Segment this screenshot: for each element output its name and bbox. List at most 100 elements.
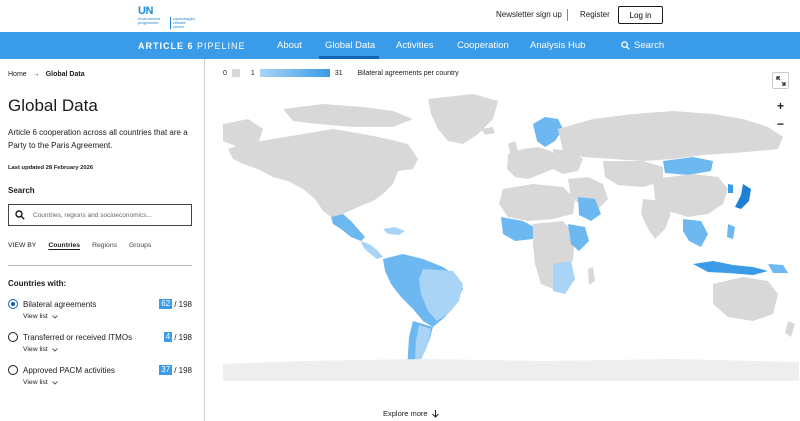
australia[interactable] (713, 277, 778, 321)
view-list-label: View list (23, 379, 48, 386)
central-america[interactable] (361, 241, 383, 259)
legend-min: 1 (250, 69, 255, 77)
count-total: / 198 (174, 365, 192, 375)
option-bilateral-agreements[interactable]: Bilateral agreements 62 / 198 View list (8, 299, 192, 327)
search-icon (621, 41, 630, 50)
view-list-label: View list (23, 346, 48, 353)
radio-pacm[interactable] (8, 365, 18, 375)
nav-search-label: Search (634, 40, 665, 51)
japan[interactable] (735, 184, 751, 209)
nav-analysis-hub[interactable]: Analysis Hub (530, 40, 585, 51)
nav-about[interactable]: About (277, 40, 302, 51)
world-map[interactable] (223, 89, 799, 381)
search-label: Search (8, 186, 35, 195)
logo-subtitle: environment programme (138, 16, 161, 25)
view-list-link[interactable]: View list (23, 379, 58, 386)
tab-groups[interactable]: Groups (129, 242, 151, 249)
expand-icon (775, 75, 786, 86)
korea[interactable] (728, 184, 733, 193)
view-by-label: VIEW BY (8, 242, 37, 249)
count-badge: 4 (163, 332, 173, 342)
antarctica[interactable] (223, 359, 799, 381)
legend-max: 31 (334, 69, 343, 77)
brand-bold: ARTICLE 6 (138, 41, 194, 51)
option-label: Bilateral agreements (23, 300, 97, 309)
newsletter-link[interactable]: Newsletter sign up (496, 10, 562, 19)
new-zealand[interactable] (785, 321, 795, 337)
option-label: Transferred or received ITMOs (23, 333, 133, 342)
main-nav: ARTICLE 6 PIPELINE About Global Data Act… (0, 32, 800, 59)
view-list-label: View list (23, 313, 48, 320)
southeast-asia[interactable] (683, 219, 708, 247)
option-count: 37 / 198 (159, 365, 192, 375)
divider (8, 265, 192, 266)
madagascar[interactable] (588, 267, 595, 285)
breadcrumb: Home → Global Data (8, 71, 85, 78)
legend-title: Bilateral agreements per country (357, 69, 459, 77)
count-total: / 198 (174, 332, 192, 342)
radio-bilateral[interactable] (8, 299, 18, 309)
explore-more-label: Explore more (383, 409, 428, 418)
arrow-down-icon (431, 409, 439, 418)
nav-activities[interactable]: Activities (396, 40, 433, 51)
mexico[interactable] (331, 214, 365, 241)
explore-more-link[interactable]: Explore more (383, 409, 439, 418)
map-panel: 0 1 31 Bilateral agreements per country … (206, 59, 800, 421)
search-field[interactable] (8, 204, 192, 226)
philippines[interactable] (727, 224, 735, 239)
canadian-arctic[interactable] (283, 104, 413, 127)
sidebar: Home → Global Data Global Data Article 6… (0, 59, 205, 421)
arrow-right-icon: → (32, 71, 40, 78)
logo-subtitle-2: copenhagen climate centre (170, 17, 196, 29)
north-africa[interactable] (499, 184, 575, 221)
nav-cooperation[interactable]: Cooperation (457, 40, 509, 51)
scandinavia[interactable] (533, 117, 563, 147)
caribbean[interactable] (383, 227, 405, 235)
option-count: 4 / 198 (163, 332, 192, 342)
legend-gradient (259, 69, 330, 77)
breadcrumb-current: Global Data (45, 71, 85, 78)
nav-search-button[interactable]: Search (621, 40, 664, 51)
chevron-down-icon (52, 347, 58, 352)
map-legend: 0 1 31 Bilateral agreements per country (223, 69, 459, 77)
site-brand[interactable]: ARTICLE 6 PIPELINE (138, 41, 246, 51)
count-badge: 62 (159, 299, 173, 309)
indonesia[interactable] (693, 261, 768, 275)
chevron-down-icon (52, 314, 58, 319)
southern-africa[interactable] (553, 261, 575, 294)
count-badge: 37 (159, 365, 173, 375)
brand-light: PIPELINE (193, 41, 246, 51)
chevron-down-icon (52, 380, 58, 385)
breadcrumb-home[interactable]: Home (8, 71, 27, 78)
search-input[interactable] (33, 211, 183, 219)
count-total: / 198 (174, 299, 192, 309)
fullscreen-button[interactable] (772, 72, 789, 89)
top-bar: UN environment programme copenhagen clim… (0, 0, 800, 32)
alaska[interactable] (223, 119, 263, 147)
mongolia[interactable] (663, 157, 713, 175)
last-updated: Last updated 28 February 2026 (8, 165, 94, 171)
option-count: 62 / 198 (159, 299, 192, 309)
unep-logo[interactable]: UN environment programme copenhagen clim… (138, 5, 198, 29)
register-link[interactable]: Register (580, 10, 610, 19)
greenland[interactable] (428, 94, 498, 144)
search-icon (15, 210, 25, 220)
view-list-link[interactable]: View list (23, 313, 58, 320)
tab-regions[interactable]: Regions (92, 242, 117, 249)
option-label: Approved PACM activities (23, 366, 115, 375)
login-button[interactable]: Log in (618, 6, 663, 24)
legend-swatch-none (231, 69, 240, 77)
nav-global-data[interactable]: Global Data (325, 40, 375, 51)
papua-new-guinea[interactable] (768, 264, 788, 273)
option-pacm-activities[interactable]: Approved PACM activities 37 / 198 View l… (8, 365, 192, 393)
countries-with-title: Countries with: (8, 279, 67, 288)
legend-zero: 0 (223, 69, 227, 77)
view-list-link[interactable]: View list (23, 346, 58, 353)
top-divider (567, 9, 568, 21)
russia[interactable] (558, 111, 783, 161)
radio-itmos[interactable] (8, 332, 18, 342)
tab-countries[interactable]: Countries (48, 242, 80, 249)
option-itmos[interactable]: Transferred or received ITMOs 4 / 198 Vi… (8, 332, 192, 360)
page-description: Article 6 cooperation across all countri… (8, 128, 188, 150)
view-by-tabs: VIEW BY Countries Regions Groups (8, 242, 151, 249)
